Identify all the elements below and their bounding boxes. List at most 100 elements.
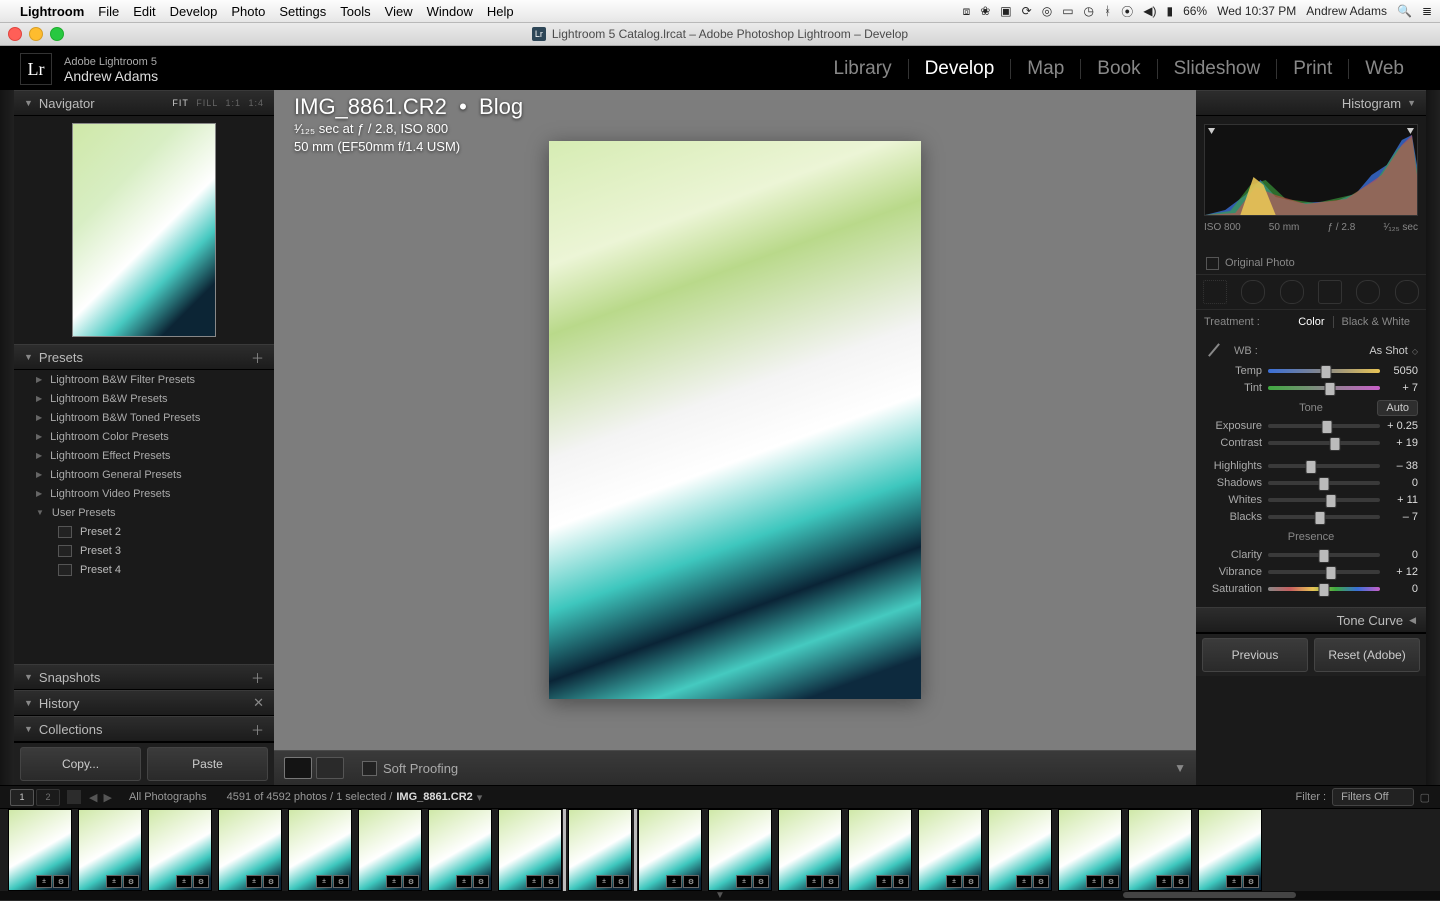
main-display-icon[interactable]: 1: [10, 789, 34, 806]
leaf-icon[interactable]: ❀: [980, 4, 990, 18]
notifications-icon[interactable]: ≣: [1422, 4, 1432, 18]
zoom-window-button[interactable]: [50, 27, 64, 41]
navigator-thumbnail[interactable]: [14, 116, 274, 344]
preset-folder[interactable]: ▶Lightroom Color Presets: [14, 427, 274, 446]
copy-button[interactable]: Copy...: [20, 747, 141, 781]
preset-folder[interactable]: ▶Lightroom Effect Presets: [14, 446, 274, 465]
thumbnail[interactable]: ⚙±: [148, 809, 212, 891]
cc-icon[interactable]: ◎: [1042, 4, 1052, 18]
module-web[interactable]: Web: [1349, 58, 1420, 80]
redeye-tool-icon[interactable]: [1280, 280, 1304, 304]
menubar-app[interactable]: Lightroom: [20, 4, 84, 19]
spotlight-icon[interactable]: 🔍: [1397, 4, 1412, 18]
filter-select[interactable]: Filters Off: [1332, 788, 1413, 806]
preset-folder[interactable]: ▶Lightroom B&W Filter Presets: [14, 370, 274, 389]
wb-eyedropper-icon[interactable]: [1204, 341, 1224, 361]
filmstrip-source[interactable]: All Photographs: [129, 791, 207, 803]
filmstrip-scrollbar[interactable]: ▼: [0, 891, 1440, 900]
preset-folder[interactable]: ▶Lightroom B&W Toned Presets: [14, 408, 274, 427]
add-preset-icon[interactable]: ＋: [251, 348, 264, 367]
navigator-header[interactable]: ▼ Navigator FIT FILL 1:1 1:4: [14, 90, 274, 116]
crop-tool-icon[interactable]: [1203, 280, 1227, 304]
grad-filter-icon[interactable]: [1318, 280, 1342, 304]
menubar-user[interactable]: Andrew Adams: [1306, 4, 1387, 18]
airplay-icon[interactable]: ▭: [1062, 4, 1073, 18]
module-slideshow[interactable]: Slideshow: [1158, 58, 1277, 80]
menu-window[interactable]: Window: [427, 4, 473, 19]
tint-slider[interactable]: Tint+ 7: [1204, 379, 1418, 396]
menu-photo[interactable]: Photo: [231, 4, 265, 19]
filter-lock-icon[interactable]: ▢: [1420, 791, 1430, 804]
saturation-slider[interactable]: Saturation0: [1204, 580, 1418, 597]
preset-folder[interactable]: ▶Lightroom B&W Presets: [14, 389, 274, 408]
thumbnail[interactable]: ⚙±: [8, 809, 72, 891]
toolbar-options-icon[interactable]: ▼: [1174, 761, 1186, 775]
display-icon[interactable]: ▣: [1000, 4, 1011, 18]
thumbnail[interactable]: ⚙±: [358, 809, 422, 891]
close-window-button[interactable]: [8, 27, 22, 41]
thumbnail[interactable]: ⚙±: [218, 809, 282, 891]
filmstrip-current[interactable]: IMG_8861.CR2: [396, 791, 472, 803]
previous-button[interactable]: Previous: [1202, 638, 1308, 672]
menu-edit[interactable]: Edit: [133, 4, 155, 19]
filmstrip-thumbs[interactable]: ⚙± ⚙± ⚙± ⚙± ⚙± ⚙± ⚙± ⚙± ⚙± ⚙± ⚙± ⚙± ⚙± ⚙…: [0, 809, 1440, 891]
exposure-slider[interactable]: Exposure+ 0.25: [1204, 417, 1418, 434]
menu-tools[interactable]: Tools: [340, 4, 370, 19]
collapse-filmstrip-icon[interactable]: ▼: [715, 890, 725, 901]
tonecurve-header[interactable]: Tone Curve◀: [1196, 607, 1426, 633]
module-map[interactable]: Map: [1011, 58, 1080, 80]
preset-item[interactable]: Preset 2: [14, 522, 274, 541]
minimize-window-button[interactable]: [29, 27, 43, 41]
whites-slider[interactable]: Whites+ 11: [1204, 491, 1418, 508]
soft-proof-checkbox[interactable]: [362, 761, 377, 776]
chevron-down-icon[interactable]: ▾: [477, 791, 483, 804]
thumbnail[interactable]: ⚙±: [288, 809, 352, 891]
clarity-slider[interactable]: Clarity0: [1204, 546, 1418, 563]
before-after-button[interactable]: [316, 757, 344, 779]
menu-develop[interactable]: Develop: [170, 4, 218, 19]
temp-slider[interactable]: Temp5050: [1204, 362, 1418, 379]
radial-filter-icon[interactable]: [1356, 280, 1380, 304]
sync-icon[interactable]: ⟳: [1022, 4, 1032, 18]
thumbnail-selected[interactable]: ⚙±: [568, 809, 632, 891]
thumbnail[interactable]: ⚙±: [428, 809, 492, 891]
thumbnail[interactable]: ⚙±: [78, 809, 142, 891]
blacks-slider[interactable]: Blacks– 7: [1204, 508, 1418, 525]
left-panel-rail[interactable]: [0, 90, 14, 785]
preset-folder[interactable]: ▶Lightroom Video Presets: [14, 484, 274, 503]
treatment-bw[interactable]: Black & White: [1334, 316, 1418, 328]
thumbnail[interactable]: ⚙±: [498, 809, 562, 891]
menu-settings[interactable]: Settings: [279, 4, 326, 19]
thumbnail[interactable]: ⚙±: [778, 809, 842, 891]
contrast-slider[interactable]: Contrast+ 19: [1204, 434, 1418, 451]
preset-item[interactable]: Preset 3: [14, 541, 274, 560]
loupe-view-button[interactable]: [284, 757, 312, 779]
timemachine-icon[interactable]: ◷: [1084, 4, 1094, 18]
reset-button[interactable]: Reset (Adobe): [1314, 638, 1420, 672]
battery-icon[interactable]: ▮: [1166, 4, 1173, 18]
module-book[interactable]: Book: [1081, 58, 1156, 80]
thumbnail[interactable]: ⚙±: [708, 809, 772, 891]
presets-header[interactable]: ▼ Presets ＋: [14, 344, 274, 370]
second-display-icon[interactable]: 2: [36, 789, 60, 806]
thumbnail[interactable]: ⚙±: [848, 809, 912, 891]
preset-item[interactable]: Preset 4: [14, 560, 274, 579]
prev-photo-icon[interactable]: ◀: [89, 791, 97, 804]
history-header[interactable]: ▼History✕: [14, 690, 274, 716]
thumbnail[interactable]: ⚙±: [638, 809, 702, 891]
vibrance-slider[interactable]: Vibrance+ 12: [1204, 563, 1418, 580]
highlights-slider[interactable]: Highlights– 38: [1204, 457, 1418, 474]
adjust-brush-icon[interactable]: [1395, 280, 1419, 304]
preset-folder[interactable]: ▶Lightroom General Presets: [14, 465, 274, 484]
snapshots-header[interactable]: ▼Snapshots＋: [14, 664, 274, 690]
menu-file[interactable]: File: [98, 4, 119, 19]
grid-icon[interactable]: [67, 790, 81, 804]
histogram-panel[interactable]: ISO 800 50 mm ƒ / 2.8 ¹⁄₁₂₅ sec: [1196, 116, 1426, 252]
collections-header[interactable]: ▼Collections＋: [14, 716, 274, 742]
navigator-zoom-modes[interactable]: FIT FILL 1:1 1:4: [168, 98, 264, 108]
thumbnail[interactable]: ⚙±: [1198, 809, 1262, 891]
menu-help[interactable]: Help: [487, 4, 514, 19]
wb-mode-select[interactable]: As Shot: [1369, 345, 1408, 357]
original-photo-toggle[interactable]: Original Photo: [1196, 252, 1426, 274]
module-develop[interactable]: Develop: [909, 58, 1011, 80]
